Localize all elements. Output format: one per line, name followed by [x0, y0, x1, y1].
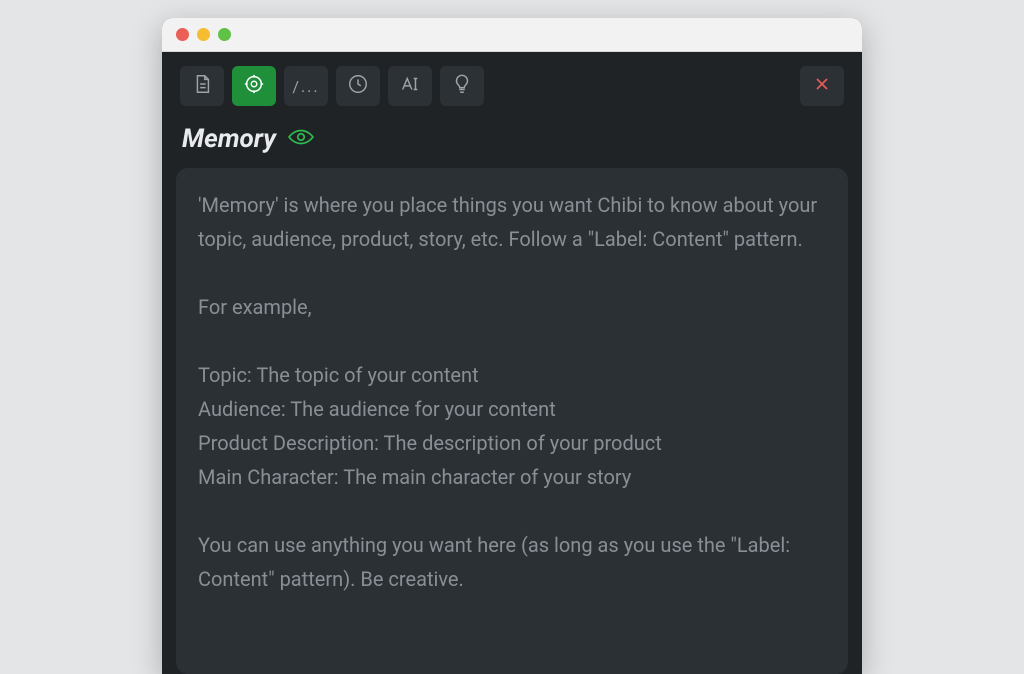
traffic-light-zoom[interactable] — [218, 28, 231, 41]
section-header: Memory — [162, 116, 862, 168]
memory-content-card[interactable]: 'Memory' is where you place things you w… — [176, 168, 848, 674]
lightbulb-tab[interactable] — [440, 66, 484, 106]
slash-dots-icon: /... — [292, 77, 319, 96]
section-title: Memory — [182, 124, 276, 154]
app-window: /... Memory — [162, 18, 862, 674]
target-icon — [243, 73, 265, 99]
document-tab[interactable] — [180, 66, 224, 106]
traffic-light-minimize[interactable] — [197, 28, 210, 41]
close-panel-button[interactable] — [800, 66, 844, 106]
eye-icon — [288, 127, 314, 151]
typography-tab[interactable] — [388, 66, 432, 106]
history-tab[interactable] — [336, 66, 380, 106]
memory-tab[interactable] — [232, 66, 276, 106]
memory-text[interactable]: 'Memory' is where you place things you w… — [198, 188, 826, 596]
clock-icon — [347, 73, 369, 99]
window-titlebar — [162, 18, 862, 52]
text-icon — [399, 73, 421, 99]
path-tab[interactable]: /... — [284, 66, 328, 106]
lightbulb-icon — [451, 73, 473, 99]
close-icon — [812, 74, 832, 98]
visibility-toggle[interactable] — [288, 127, 314, 151]
toolbar: /... — [162, 52, 862, 116]
traffic-light-close[interactable] — [176, 28, 189, 41]
document-icon — [191, 73, 213, 99]
